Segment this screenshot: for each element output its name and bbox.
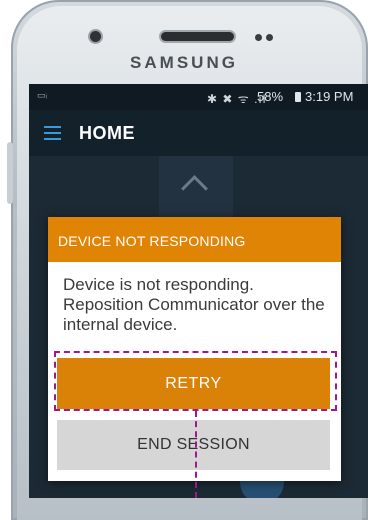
dialog-message: Device is not responding. Reposition Com… xyxy=(63,275,325,334)
battery-icon xyxy=(295,92,301,102)
dialog-title: DEVICE NOT RESPONDING xyxy=(58,233,246,249)
notification-icon: ▭ᵢ xyxy=(37,90,47,100)
battery-level: 58% xyxy=(257,89,284,104)
front-camera xyxy=(90,31,101,42)
volume-key xyxy=(7,142,13,204)
page-title: HOME xyxy=(79,123,135,143)
retry-button[interactable]: RETRY xyxy=(57,358,330,409)
phone-screen: ▭ᵢ ✱ ✖ ᯤ .ıl 58% 3:19 PM HOME DEVICE NOT… xyxy=(29,84,368,498)
app-bar: HOME xyxy=(29,110,368,156)
dialog-header: DEVICE NOT RESPONDING xyxy=(48,217,341,262)
device-not-responding-dialog: DEVICE NOT RESPONDING Device is not resp… xyxy=(48,217,341,481)
end-session-button[interactable]: END SESSION xyxy=(57,420,330,470)
brand-logo: SAMSUNG xyxy=(130,53,238,72)
proximity-sensor xyxy=(255,34,262,41)
status-time: 3:19 PM xyxy=(305,89,354,104)
light-sensor xyxy=(266,34,273,41)
hamburger-menu-icon[interactable] xyxy=(44,126,61,140)
status-bar: ▭ᵢ ✱ ✖ ᯤ .ıl 58% 3:19 PM xyxy=(29,84,368,110)
earpiece-speaker xyxy=(161,32,234,41)
